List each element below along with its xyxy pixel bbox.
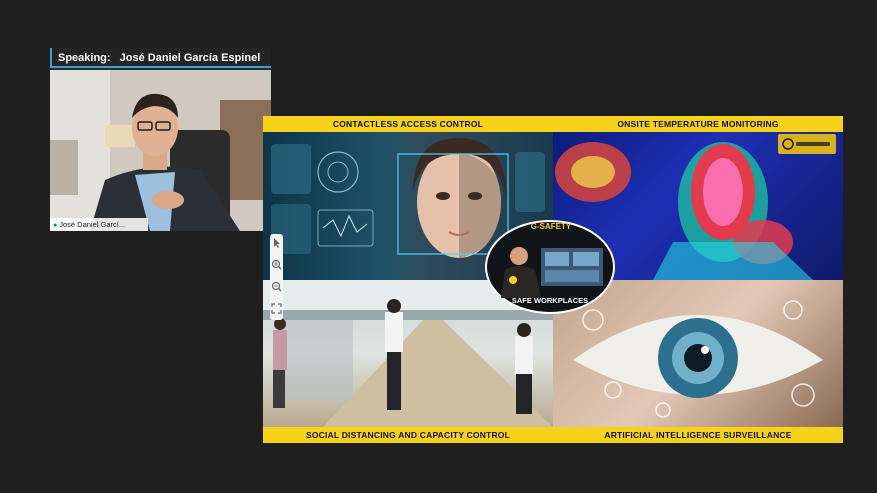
speaker-picture bbox=[50, 70, 271, 231]
label-contactless-access: CONTACTLESS ACCESS CONTROL bbox=[332, 119, 484, 129]
label-temperature-monitoring: ONSITE TEMPERATURE MONITORING bbox=[617, 119, 779, 129]
zoom-in-icon[interactable] bbox=[270, 258, 283, 271]
badge-subtitle: SAFE WORKPLACES bbox=[511, 296, 589, 305]
label-ai-surveillance: ARTIFICIAL INTELLIGENCE SURVEILLANCE bbox=[604, 430, 792, 440]
g-safety-badge: G-SAFETY SAFE WORKPLACES bbox=[483, 218, 617, 316]
pointer-icon[interactable] bbox=[270, 236, 283, 249]
slide-top-band: CONTACTLESS ACCESS CONTROL ONSITE TEMPER… bbox=[263, 116, 843, 132]
slide-bottom-band: SOCIAL DISTANCING AND CAPACITY CONTROL A… bbox=[263, 427, 843, 443]
zoom-out-icon[interactable] bbox=[270, 280, 283, 293]
speaking-name: José Daniel García Espinel bbox=[119, 52, 261, 64]
brand-logo-mark bbox=[782, 138, 830, 150]
speaker-video: ● José Daniel Garcí... bbox=[50, 70, 271, 231]
microphone-icon: ● bbox=[53, 222, 58, 229]
badge-title: G-SAFETY bbox=[530, 222, 572, 231]
brand-logo bbox=[778, 134, 836, 154]
speaking-label: Speaking: bbox=[58, 52, 111, 64]
label-social-distancing: SOCIAL DISTANCING AND CAPACITY CONTROL bbox=[305, 430, 511, 440]
speaking-indicator: Speaking: José Daniel García Espinel bbox=[50, 48, 271, 68]
fit-icon[interactable] bbox=[270, 302, 283, 315]
participant-name-tag: ● José Daniel Garcí... bbox=[50, 218, 148, 231]
slide-toolbar bbox=[270, 234, 283, 320]
speaker-video-tile[interactable]: Speaking: José Daniel García Espinel ● J… bbox=[50, 48, 271, 231]
participant-name: José Daniel Garcí... bbox=[59, 220, 126, 229]
